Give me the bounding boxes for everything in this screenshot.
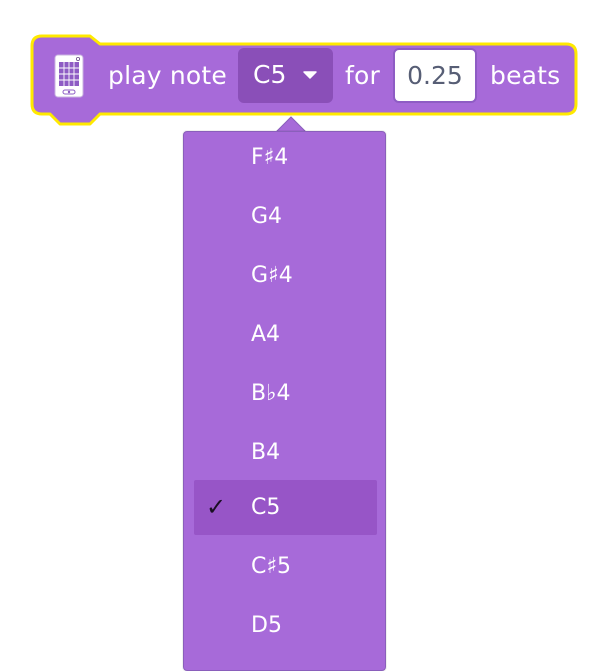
menu-item-label: F♯4 — [251, 145, 289, 170]
menu-item-label: C♯5 — [251, 554, 292, 579]
menu-item-gsharp4[interactable]: G♯4 — [194, 248, 377, 303]
menu-item-c5[interactable]: ✓ C5 — [194, 480, 377, 535]
note-menu: F♯4 G4 G♯4 A4 B♭4 B4 ✓ C5 C♯5 D5 — [183, 131, 386, 671]
for-label: for — [345, 61, 380, 90]
menu-item-bflat4[interactable]: B♭4 — [194, 366, 377, 421]
checkmark-icon: ✓ — [206, 493, 227, 521]
sound-board-icon — [54, 54, 84, 98]
note-dropdown-value: C5 — [253, 60, 287, 89]
caret-down-icon — [303, 71, 317, 79]
menu-item-fsharp4[interactable]: F♯4 — [194, 130, 377, 185]
beats-input-value: 0.25 — [407, 61, 463, 90]
menu-item-label: A4 — [251, 322, 281, 347]
menu-item-csharp5[interactable]: C♯5 — [194, 539, 377, 594]
note-dropdown[interactable]: C5 — [238, 48, 333, 103]
beats-input[interactable]: 0.25 — [393, 48, 477, 103]
menu-item-g4[interactable]: G4 — [194, 189, 377, 244]
menu-item-label: B♭4 — [251, 381, 291, 406]
menu-item-a4[interactable]: A4 — [194, 307, 377, 362]
menu-item-d5[interactable]: D5 — [194, 598, 377, 653]
beats-label: beats — [490, 61, 561, 90]
menu-item-label: B4 — [251, 440, 281, 465]
menu-item-label: C5 — [251, 495, 281, 520]
play-note-label: play note — [108, 61, 227, 90]
menu-item-label: G♯4 — [251, 263, 293, 288]
menu-item-label: G4 — [251, 204, 283, 229]
menu-item-b4[interactable]: B4 — [194, 425, 377, 480]
menu-item-label: D5 — [251, 613, 282, 638]
